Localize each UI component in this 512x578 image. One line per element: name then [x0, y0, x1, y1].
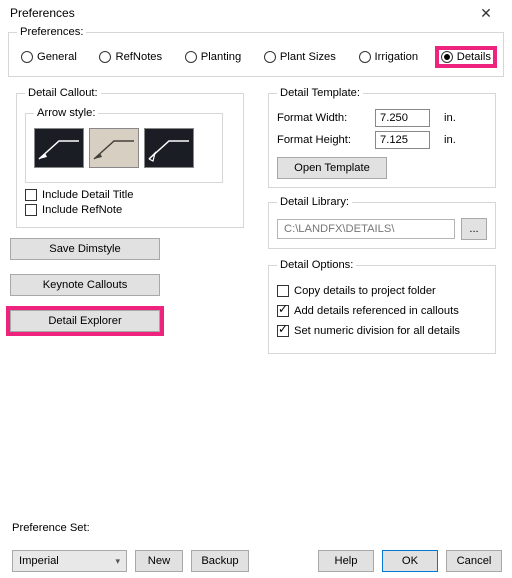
radio-planting[interactable]: Planting	[181, 48, 245, 66]
radio-label: RefNotes	[115, 51, 162, 63]
arrow-style-legend: Arrow style:	[34, 107, 98, 119]
checkbox-icon	[25, 189, 37, 201]
checkbox-icon	[277, 305, 289, 317]
radio-icon	[99, 51, 111, 63]
checkbox-label: Add details referenced in callouts	[294, 305, 459, 317]
preference-set-combo[interactable]: Imperial ▾	[12, 550, 127, 572]
option-add-referenced[interactable]: Add details referenced in callouts	[277, 305, 487, 317]
unit-label: in.	[444, 134, 456, 146]
radio-plant-sizes[interactable]: Plant Sizes	[260, 48, 340, 66]
checkbox-icon	[277, 325, 289, 337]
detail-library-legend: Detail Library:	[277, 196, 352, 208]
browse-button[interactable]: ...	[461, 218, 487, 240]
checkbox-label: Include Detail Title	[42, 189, 133, 201]
preferences-group: Preferences: General RefNotes Planting P…	[8, 26, 504, 77]
format-width-input[interactable]	[375, 109, 430, 127]
checkbox-label: Include RefNote	[42, 204, 122, 216]
format-height-input[interactable]	[375, 131, 430, 149]
detail-options-group: Detail Options: Copy details to project …	[268, 259, 496, 354]
preference-set-label: Preference Set:	[12, 522, 512, 534]
combo-value: Imperial	[19, 555, 59, 567]
radio-label: Irrigation	[375, 51, 419, 63]
radio-label: Plant Sizes	[280, 51, 336, 63]
arrow-style-1[interactable]	[34, 128, 84, 168]
radio-icon	[264, 51, 276, 63]
checkbox-icon	[25, 204, 37, 216]
radio-irrigation[interactable]: Irrigation	[355, 48, 423, 66]
arrow-style-3[interactable]	[144, 128, 194, 168]
radio-general[interactable]: General	[17, 48, 81, 66]
titlebar: Preferences ✕	[0, 0, 512, 24]
detail-explorer-button[interactable]: Detail Explorer	[10, 310, 160, 332]
cancel-button[interactable]: Cancel	[446, 550, 502, 572]
radio-label: Planting	[201, 51, 241, 63]
window-title: Preferences	[10, 6, 75, 20]
preferences-legend: Preferences:	[17, 26, 86, 38]
radio-icon	[21, 51, 33, 63]
radio-details[interactable]: Details	[437, 48, 495, 66]
option-copy-details[interactable]: Copy details to project folder	[277, 285, 487, 297]
format-width-label: Format Width:	[277, 112, 367, 124]
detail-library-group: Detail Library: ...	[268, 196, 496, 249]
arrow-style-group: Arrow style:	[25, 107, 223, 183]
radio-icon	[359, 51, 371, 63]
radio-icon	[185, 51, 197, 63]
detail-template-legend: Detail Template:	[277, 87, 363, 99]
backup-button[interactable]: Backup	[191, 550, 249, 572]
format-height-label: Format Height:	[277, 134, 367, 146]
detail-callout-group: Detail Callout: Arrow style: In	[16, 87, 244, 228]
arrow-style-2[interactable]	[89, 128, 139, 168]
checkbox-label: Copy details to project folder	[294, 285, 436, 297]
radio-icon	[441, 51, 453, 63]
radio-label: General	[37, 51, 77, 63]
checkbox-label: Set numeric division for all details	[294, 325, 460, 337]
radio-label: Details	[457, 51, 491, 63]
detail-options-legend: Detail Options:	[277, 259, 356, 271]
chevron-down-icon: ▾	[111, 556, 124, 567]
radio-refnotes[interactable]: RefNotes	[95, 48, 166, 66]
include-detail-title[interactable]: Include Detail Title	[25, 189, 235, 201]
close-icon[interactable]: ✕	[466, 5, 506, 21]
include-refnote[interactable]: Include RefNote	[25, 204, 235, 216]
detail-template-group: Detail Template: Format Width: in. Forma…	[268, 87, 496, 188]
detail-callout-legend: Detail Callout:	[25, 87, 101, 99]
unit-label: in.	[444, 112, 456, 124]
keynote-callouts-button[interactable]: Keynote Callouts	[10, 274, 160, 296]
checkbox-icon	[277, 285, 289, 297]
ok-button[interactable]: OK	[382, 550, 438, 572]
new-button[interactable]: New	[135, 550, 183, 572]
open-template-button[interactable]: Open Template	[277, 157, 387, 179]
help-button[interactable]: Help	[318, 550, 374, 572]
option-numeric-division[interactable]: Set numeric division for all details	[277, 325, 487, 337]
library-path-input[interactable]	[277, 219, 455, 239]
save-dimstyle-button[interactable]: Save Dimstyle	[10, 238, 160, 260]
